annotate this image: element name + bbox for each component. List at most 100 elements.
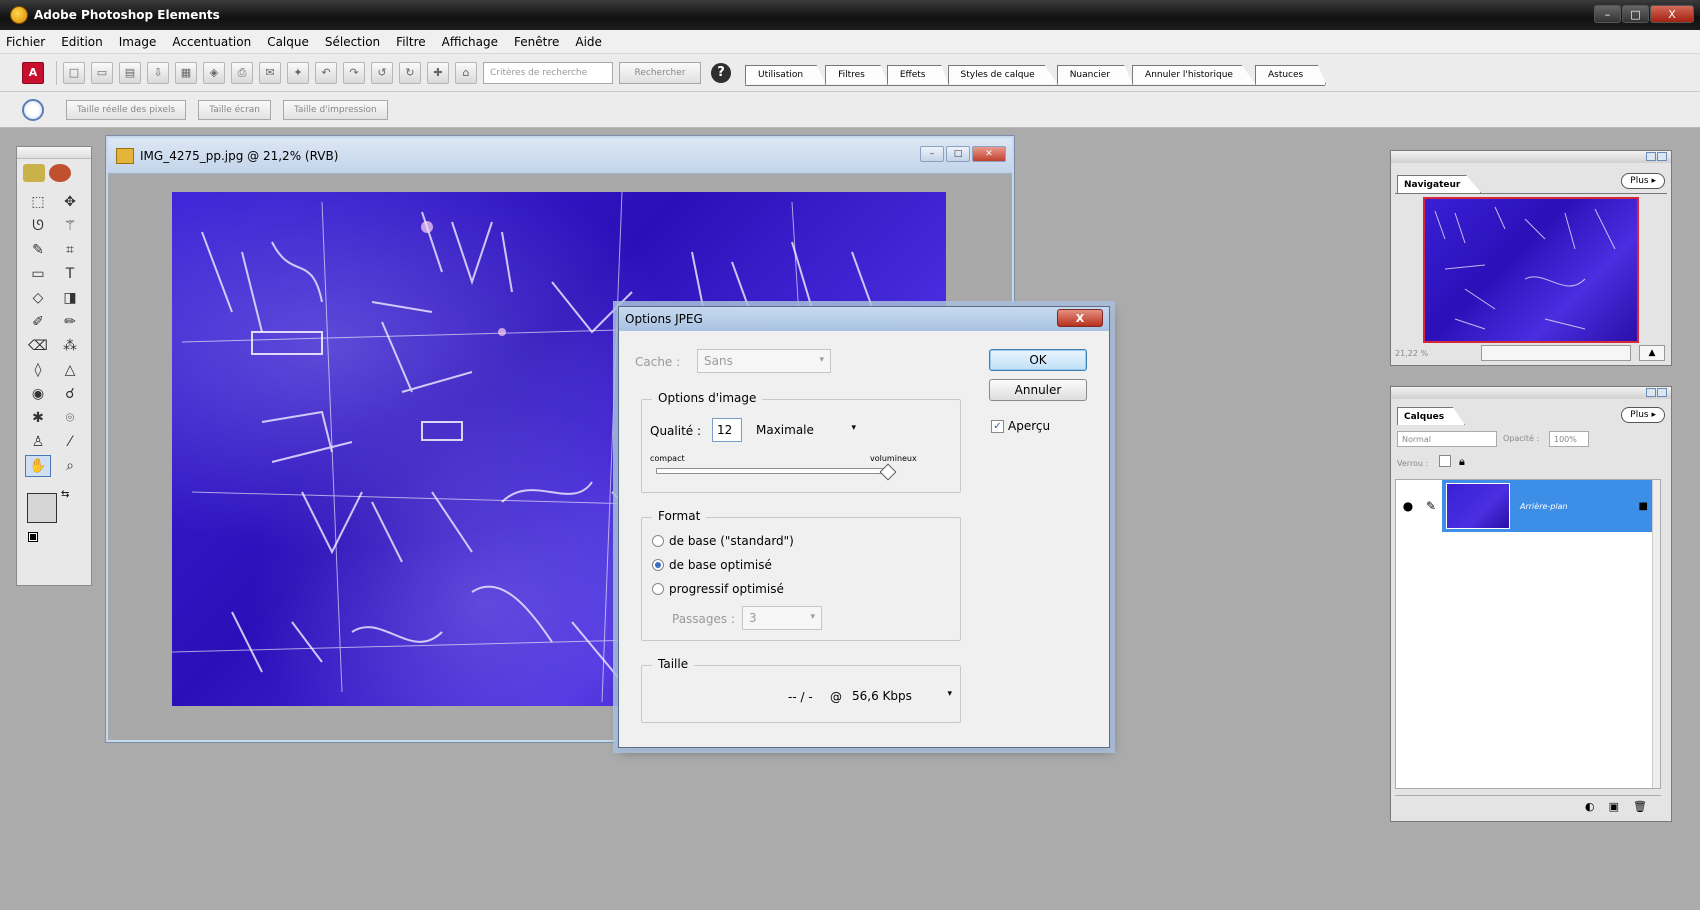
print-icon[interactable]: ⎙ xyxy=(231,61,253,84)
palette-tab-utilisation[interactable]: Utilisation xyxy=(745,64,827,85)
menu-selection[interactable]: Sélection xyxy=(325,35,380,49)
close-button[interactable]: X xyxy=(1650,5,1694,23)
email-icon[interactable]: ✉ xyxy=(259,61,281,84)
matte-select[interactable]: Sans ▾ xyxy=(697,349,831,373)
minimize-button[interactable]: – xyxy=(1594,5,1621,23)
zoom-in-icon[interactable]: ▲ xyxy=(1639,345,1665,361)
lock-transparency-checkbox[interactable] xyxy=(1439,455,1451,467)
document-minimize-button[interactable]: – xyxy=(920,146,944,162)
quality-slider-thumb[interactable] xyxy=(879,463,897,481)
menu-calque[interactable]: Calque xyxy=(267,35,309,49)
opacity-input[interactable]: 100% xyxy=(1549,431,1589,447)
import-icon[interactable]: ⇩ xyxy=(147,61,169,84)
cancel-button[interactable]: Annuler xyxy=(989,379,1087,401)
toolbox-grip[interactable] xyxy=(17,147,91,159)
photomerge-icon[interactable]: ✚ xyxy=(427,61,449,84)
format-option-baseline-standard[interactable]: de base ("standard") xyxy=(652,534,794,548)
shape-tool-icon[interactable]: ▭ xyxy=(25,263,51,285)
red-eye-tool-icon[interactable]: ⁂ xyxy=(57,335,83,357)
eraser-tool-icon[interactable]: ⌫ xyxy=(25,335,51,357)
navigator-more-button[interactable]: Plus ▸ xyxy=(1621,173,1665,189)
crop-tool-icon[interactable]: ⌗ xyxy=(57,239,83,261)
palette-tab-nuancier[interactable]: Nuancier xyxy=(1056,64,1134,85)
open-file-icon[interactable]: ▭ xyxy=(91,61,113,84)
marquee-tool-icon[interactable]: ⬚ xyxy=(25,191,51,213)
type-tool-icon[interactable]: T xyxy=(57,263,83,285)
panel-close-button[interactable] xyxy=(1657,152,1667,161)
move-tool-icon[interactable]: ✥ xyxy=(57,191,83,213)
menu-image[interactable]: Image xyxy=(119,35,157,49)
new-adjustment-layer-icon[interactable]: ◐ xyxy=(1585,800,1595,813)
help-icon[interactable]: ? xyxy=(711,62,731,83)
menu-fenetre[interactable]: Fenêtre xyxy=(514,35,559,49)
search-button[interactable]: Rechercher xyxy=(619,61,701,84)
palette-tab-styles[interactable]: Styles de calque xyxy=(947,64,1058,85)
panel-minimize-button[interactable] xyxy=(1646,388,1656,397)
menu-fichier[interactable]: Fichier xyxy=(6,35,45,49)
quality-slider[interactable] xyxy=(656,468,888,474)
preview-checkbox[interactable]: ✓ Aperçu xyxy=(991,419,1050,433)
document-close-button[interactable]: ✕ xyxy=(972,146,1006,162)
visibility-eye-icon[interactable]: ● xyxy=(1396,499,1420,513)
palette-tab-historique[interactable]: Annuler l'historique xyxy=(1132,64,1256,85)
palette-tab-effets[interactable]: Effets xyxy=(886,64,949,85)
step-forward-icon[interactable]: ↷ xyxy=(343,61,365,84)
lasso-tool-icon[interactable]: ᘎ xyxy=(25,215,51,237)
dialog-titlebar[interactable]: Options JPEG xyxy=(619,307,1109,331)
layer-row-background[interactable]: ● ✎ Arrière-plan ■ xyxy=(1396,480,1656,532)
blend-mode-select[interactable]: Normal xyxy=(1397,431,1497,447)
quality-input[interactable]: 12 xyxy=(712,418,742,442)
connection-speed-select[interactable]: 56,6 Kbps ▾ xyxy=(846,684,958,708)
delete-layer-icon[interactable]: 🗑︎ xyxy=(1633,800,1647,813)
brush-link-icon[interactable]: ✎ xyxy=(1420,499,1442,513)
sharpen-tool-icon[interactable]: △ xyxy=(57,359,83,381)
menu-affichage[interactable]: Affichage xyxy=(442,35,498,49)
gradient-tool-icon[interactable]: ◨ xyxy=(57,287,83,309)
print-size-button[interactable]: Taille d'impression xyxy=(283,99,388,120)
new-file-icon[interactable]: □ xyxy=(63,61,85,84)
foreground-color-swatch[interactable] xyxy=(27,493,57,523)
organizer-icon[interactable] xyxy=(49,164,71,182)
panel-grip[interactable] xyxy=(1391,151,1671,163)
format-option-baseline-optimized[interactable]: de base optimisé xyxy=(652,558,772,572)
palette-tab-astuces[interactable]: Astuces xyxy=(1254,64,1327,85)
pencil-tool-icon[interactable]: ✏ xyxy=(57,311,83,333)
search-input[interactable]: Critères de recherche xyxy=(483,61,613,84)
panel-grip[interactable] xyxy=(1391,387,1671,399)
panel-close-button[interactable] xyxy=(1657,388,1667,397)
menu-accentuation[interactable]: Accentuation xyxy=(172,35,251,49)
paint-bucket-tool-icon[interactable]: ◇ xyxy=(25,287,51,309)
spot-healing-tool-icon[interactable]: ✱ xyxy=(25,407,51,429)
hand-tool-icon[interactable]: ✋ xyxy=(25,455,51,477)
dialog-close-button[interactable]: X xyxy=(1057,309,1103,327)
panel-minimize-button[interactable] xyxy=(1646,152,1656,161)
quality-preset-select[interactable]: Maximale ▾ xyxy=(750,418,862,442)
menu-filtre[interactable]: Filtre xyxy=(396,35,425,49)
clone-stamp-tool-icon[interactable]: ⌾ xyxy=(57,407,83,429)
ok-button[interactable]: OK xyxy=(989,349,1087,371)
layers-more-button[interactable]: Plus ▸ xyxy=(1621,407,1665,423)
undo-icon[interactable]: ↺ xyxy=(371,61,393,84)
menu-aide[interactable]: Aide xyxy=(575,35,602,49)
browse-icon[interactable]: ▤ xyxy=(119,61,141,84)
save-for-web-icon[interactable]: ◈ xyxy=(203,61,225,84)
quick-fix-icon[interactable]: ✦ xyxy=(287,61,309,84)
selection-brush-tool-icon[interactable]: ✎ xyxy=(25,239,51,261)
redo-icon[interactable]: ↻ xyxy=(399,61,421,84)
stamp-tool-icon[interactable]: ♙ xyxy=(25,431,51,453)
document-titlebar[interactable]: IMG_4275_pp.jpg @ 21,2% (RVB) xyxy=(108,138,1012,174)
smudge-tool-icon[interactable]: ☌ xyxy=(57,383,83,405)
save-icon[interactable]: ▦ xyxy=(175,61,197,84)
actual-pixels-button[interactable]: Taille réelle des pixels xyxy=(66,99,187,120)
swap-colors-icon[interactable]: ⇆ xyxy=(61,489,69,500)
zoom-tool-icon[interactable]: ⌕ xyxy=(57,455,83,477)
menu-edition[interactable]: Edition xyxy=(61,35,103,49)
sponge-tool-icon[interactable]: ◉ xyxy=(25,383,51,405)
navigator-tab[interactable]: Navigateur xyxy=(1397,175,1482,193)
fit-screen-button[interactable]: Taille écran xyxy=(198,99,272,120)
navigator-zoom-slider[interactable] xyxy=(1481,345,1631,361)
blur-tool-icon[interactable]: ◊ xyxy=(25,359,51,381)
maximize-button[interactable]: □ xyxy=(1622,5,1649,23)
default-colors-icon[interactable] xyxy=(28,532,38,542)
magic-wand-tool-icon[interactable]: ⚚ xyxy=(57,215,83,237)
